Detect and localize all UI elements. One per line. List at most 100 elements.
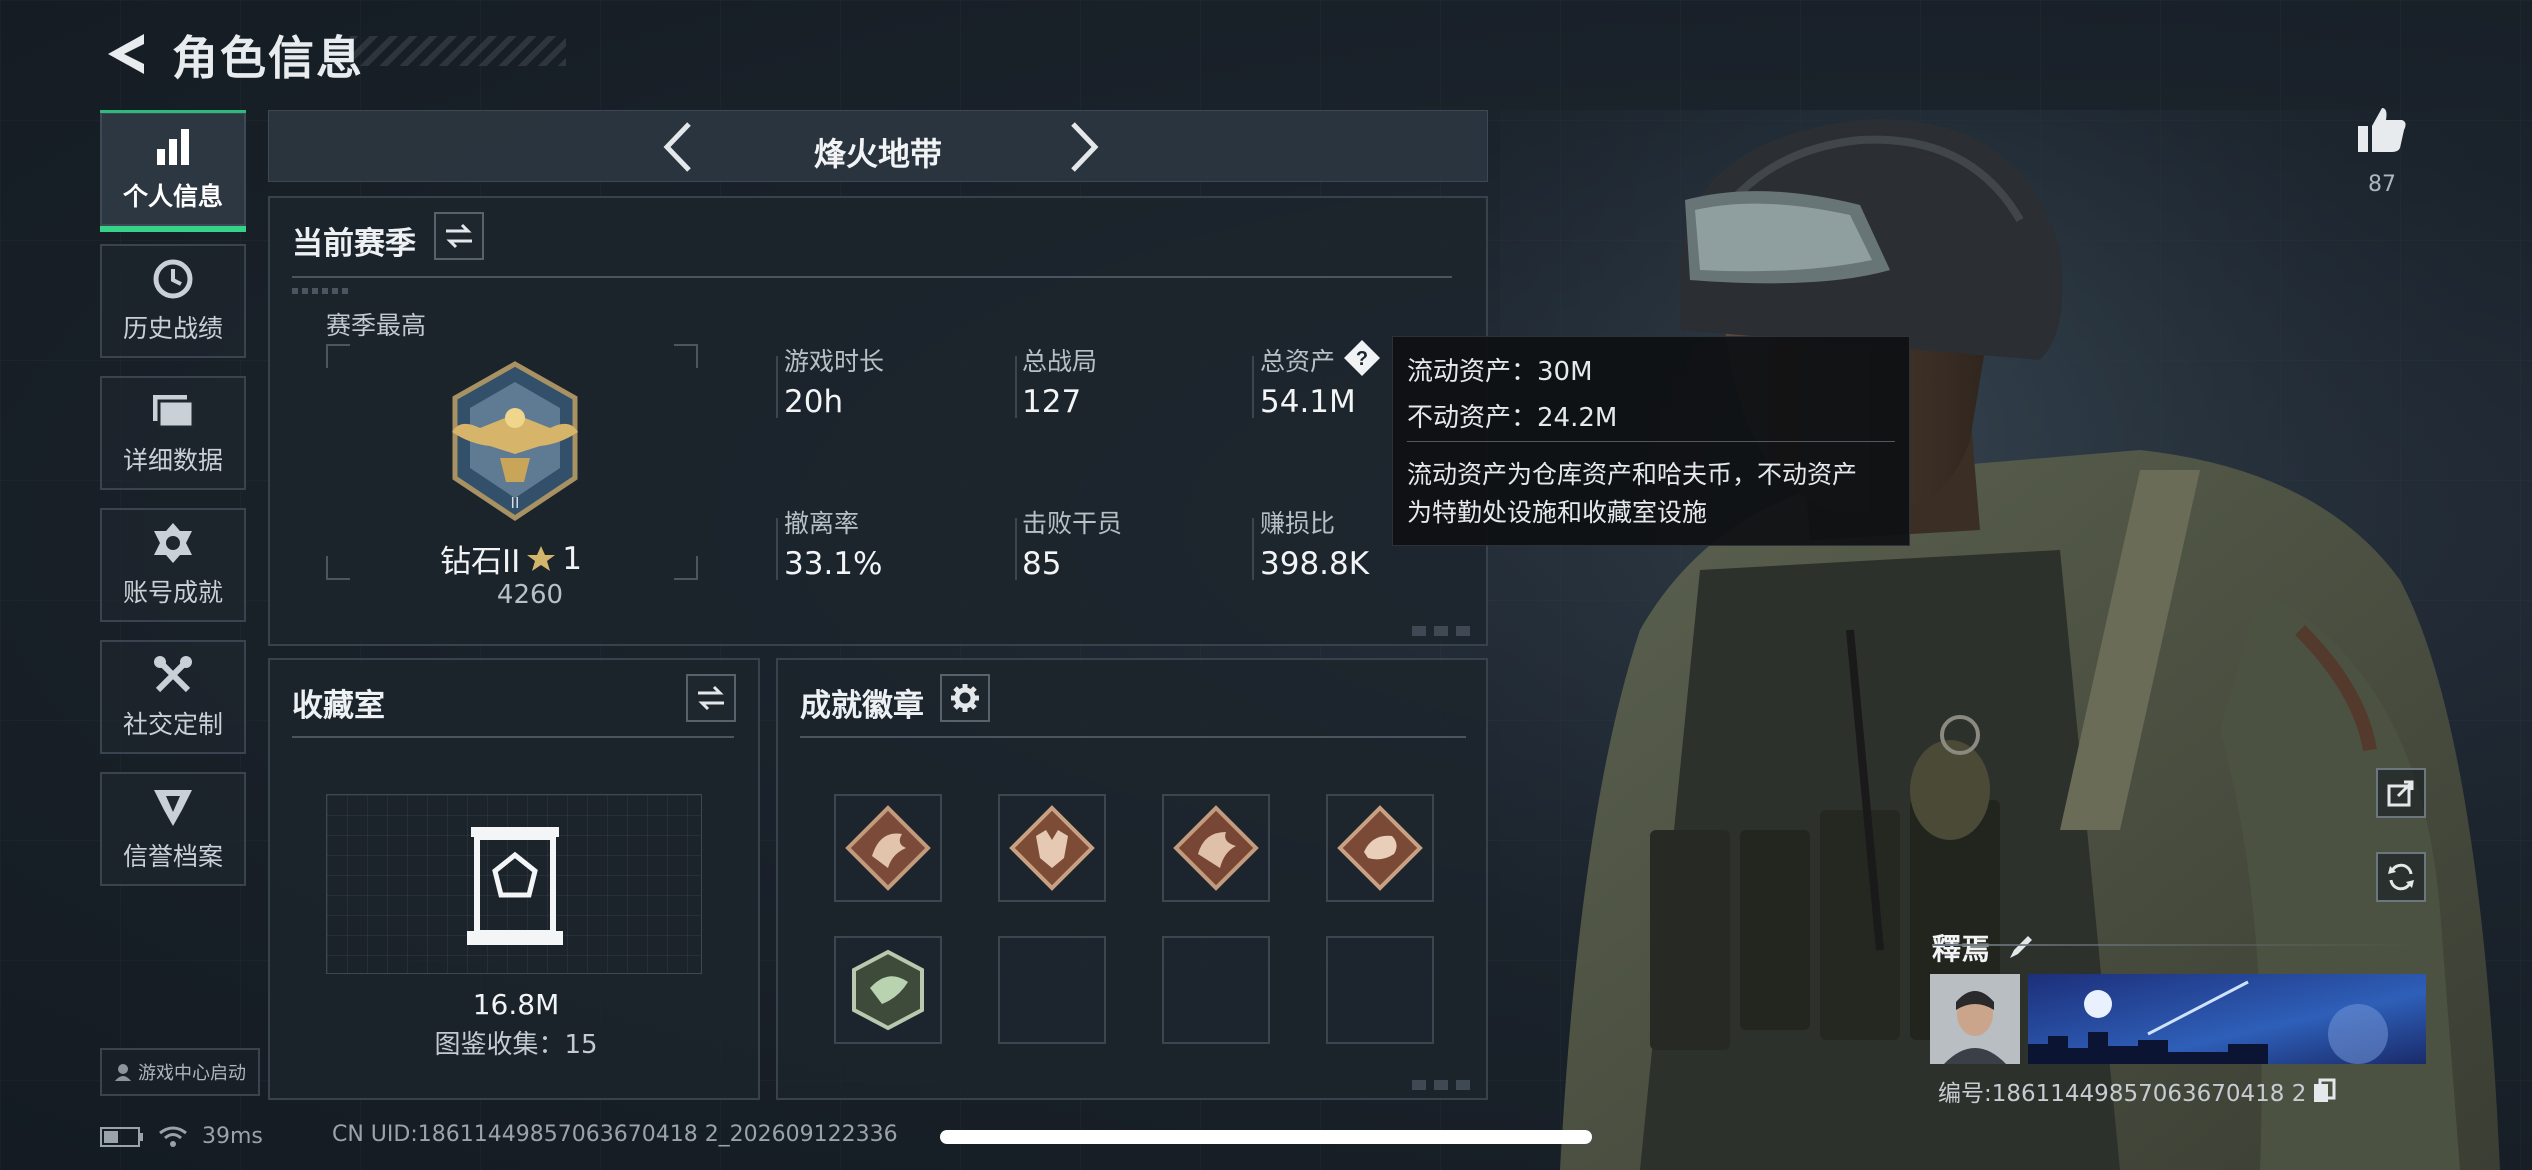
collection-value: 16.8M — [472, 988, 560, 1021]
tooltip-desc-2: 为特勤处设施和收藏室设施 — [1407, 498, 1708, 527]
season-panel: 当前赛季 赛季最高 II 钻石II 1 4260 游戏时长 20h 总战局 12… — [268, 196, 1488, 646]
sidebar-item-label: 个人信息 — [122, 182, 223, 211]
refresh-icon — [2388, 863, 2414, 891]
sidebar-item-reputation[interactable]: 信誉档案 — [100, 772, 246, 886]
launch-label: 游戏中心启动 — [138, 1063, 246, 1084]
share-button[interactable] — [2376, 768, 2426, 818]
stat-label: 赚损比 — [1260, 509, 1336, 538]
edit-icon[interactable] — [2006, 932, 2036, 962]
assets-help-button[interactable]: ? — [1342, 338, 1382, 378]
badge-slot[interactable] — [1326, 794, 1434, 902]
next-mode-button[interactable] — [1059, 121, 1109, 173]
night-sky-banner — [2028, 974, 2426, 1064]
back-arrow-icon — [108, 34, 144, 74]
sidebar-item-history[interactable]: 历史战绩 — [100, 244, 246, 358]
wasp-badge-icon — [852, 949, 924, 1031]
chevron-right-icon — [1071, 122, 1099, 172]
player-id: 编号:18611449857063670418 2 — [1938, 1081, 2307, 1107]
collection-switch-button[interactable] — [686, 674, 736, 722]
copy-icon[interactable] — [2312, 1078, 2336, 1104]
status-bar: 39ms — [100, 1124, 263, 1149]
like-count: 87 — [2368, 172, 2396, 197]
season-title: 当前赛季 — [292, 226, 416, 262]
wifi-icon — [159, 1126, 187, 1147]
sidebar-item-achievements[interactable]: 账号成就 — [100, 508, 246, 622]
collection-count: 图鉴收集：15 — [434, 1030, 598, 1060]
rank-stars: 1 — [562, 540, 583, 577]
home-indicator[interactable] — [940, 1130, 1592, 1144]
stat-label: 击败干员 — [1022, 509, 1123, 538]
season-switch-button[interactable] — [434, 212, 484, 260]
badge-slot-empty[interactable] — [998, 936, 1106, 1044]
bar-chart-icon — [151, 125, 195, 169]
stat-label: 总战局 — [1022, 347, 1098, 376]
profile-banner[interactable] — [2028, 974, 2426, 1064]
stat-divider — [1252, 518, 1254, 580]
tooltip-liquid-assets: 流动资产：30M — [1407, 357, 1593, 387]
stat-value: 85 — [1022, 546, 1062, 582]
badge-slot[interactable] — [998, 794, 1106, 902]
star-icon — [527, 545, 556, 571]
avatar-portrait — [1930, 974, 2020, 1064]
sidebar-item-social[interactable]: 社交定制 — [100, 640, 246, 754]
season-best-label: 赛季最高 — [326, 311, 427, 340]
dragon-badge-icon — [845, 805, 931, 891]
decor-dashes — [1412, 626, 1476, 636]
stat-divider — [1015, 518, 1017, 580]
badge-slot[interactable] — [834, 794, 942, 902]
player-name: 釋焉 — [1932, 932, 1991, 966]
like-button[interactable] — [2356, 104, 2408, 156]
badges-panel: 成就徽章 — [776, 658, 1488, 1100]
sidebar-item-label: 历史战绩 — [122, 314, 223, 343]
rank-emblem-icon: II — [452, 361, 578, 522]
collection-panel: 收藏室 16.8M 图鉴收集：15 — [268, 658, 760, 1100]
badges-settings-button[interactable] — [940, 674, 990, 722]
collection-room-preview[interactable] — [326, 794, 702, 974]
assets-tooltip: 流动资产：30M 不动资产：24.2M 流动资产为仓库资产和哈夫币，不动资产 为… — [1392, 336, 1910, 546]
page-title: 角色信息 — [172, 31, 364, 85]
badge-slot[interactable] — [1162, 794, 1270, 902]
dragon-badge-icon — [1173, 805, 1259, 891]
swap-icon — [698, 685, 724, 711]
stat-divider — [776, 356, 778, 418]
medal-icon — [151, 521, 195, 565]
profile-id-row: 编号:18611449857063670418 2 — [1938, 1074, 2336, 1108]
clock-icon — [151, 257, 195, 301]
badge-slot-empty[interactable] — [1162, 936, 1270, 1044]
uid-text: CN UID:18611449857063670418 2_2026091223… — [332, 1122, 898, 1147]
battery-icon — [100, 1126, 143, 1147]
help-icon: ? — [1344, 340, 1380, 376]
sidebar-item-label: 详细数据 — [122, 446, 223, 475]
rank-name: 钻石II — [440, 544, 521, 580]
badge-slot-empty[interactable] — [1326, 936, 1434, 1044]
emblem-icon — [151, 785, 195, 829]
folder-icon — [151, 389, 195, 433]
wolf-badge-icon — [1009, 805, 1095, 891]
share-icon — [2387, 780, 2414, 807]
badges-title: 成就徽章 — [800, 688, 924, 724]
stat-label: 撤离率 — [784, 509, 860, 538]
profile-divider — [1932, 944, 2422, 946]
svg-text:II: II — [511, 495, 520, 512]
tooltip-divider — [1407, 441, 1895, 442]
stat-label: 游戏时长 — [784, 347, 885, 376]
rank-line: 钻石II 1 — [440, 536, 582, 581]
tooltip-desc-1: 流动资产为仓库资产和哈夫币，不动资产 — [1407, 460, 1858, 489]
avatar[interactable] — [1930, 974, 2020, 1064]
game-center-launch-button[interactable]: 游戏中心启动 — [100, 1048, 260, 1096]
back-button[interactable] — [96, 24, 156, 84]
stat-divider — [776, 518, 778, 580]
rank-score: 4260 — [496, 580, 564, 610]
gear-icon — [951, 684, 979, 712]
refresh-button[interactable] — [2376, 852, 2426, 902]
ping-value: 39ms — [202, 1124, 263, 1149]
sidebar-item-label: 信誉档案 — [122, 842, 223, 871]
sidebar-item-personal-info[interactable]: 个人信息 — [100, 110, 246, 232]
lizard-badge-icon — [1337, 805, 1423, 891]
badge-slot[interactable] — [834, 936, 942, 1044]
sidebar-item-details[interactable]: 详细数据 — [100, 376, 246, 490]
stat-divider — [1015, 356, 1017, 418]
section-divider — [292, 276, 1452, 278]
stat-value: 54.1M — [1260, 384, 1356, 420]
section-divider — [800, 736, 1466, 738]
